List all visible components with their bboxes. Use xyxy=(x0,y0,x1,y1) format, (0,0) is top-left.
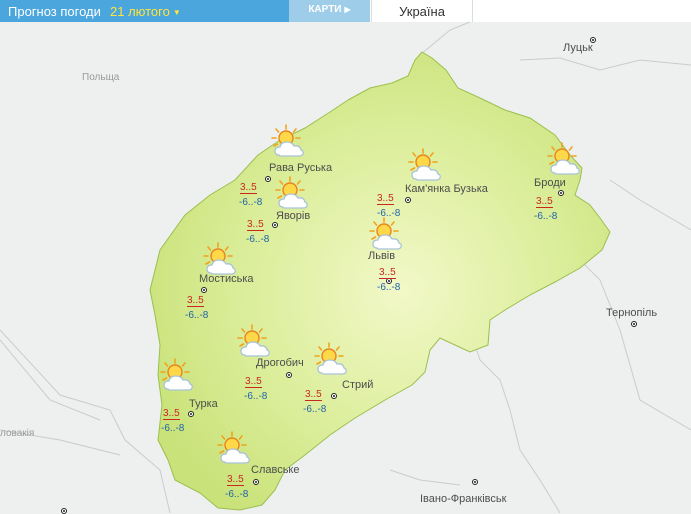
temperature-day: 3..5 xyxy=(240,182,257,194)
city-name[interactable]: Мостиська xyxy=(199,273,254,285)
city-name[interactable]: Кам'янка Бузька xyxy=(405,183,488,195)
neighbor-label-poland: Польща xyxy=(82,72,120,83)
neighbor-city-lutsk[interactable]: Луцьк xyxy=(563,42,593,54)
temperature-night: -6..-8 xyxy=(185,310,209,321)
forecast-header: Прогноз погоди 21 лютого ▼ xyxy=(0,0,289,22)
sun-behind-cloud-icon xyxy=(313,342,349,378)
city-name[interactable]: Дрогобич xyxy=(256,357,304,369)
city-name[interactable]: Яворів xyxy=(276,210,310,222)
temperature-night: -6..-8 xyxy=(244,391,268,402)
city-marker xyxy=(472,479,478,485)
temperature-day: 3..5 xyxy=(187,295,204,307)
temperature-day: 3..5 xyxy=(305,389,322,401)
city-marker xyxy=(201,287,207,293)
city-marker xyxy=(331,393,337,399)
temperature-night: -6..-8 xyxy=(246,234,270,245)
date-label: 21 лютого xyxy=(110,4,170,19)
city-name[interactable]: Львів xyxy=(368,250,395,262)
city-marker xyxy=(61,508,67,514)
sun-behind-cloud-icon xyxy=(270,124,306,160)
temperature-night: -6..-8 xyxy=(377,282,401,293)
city-marker xyxy=(286,372,292,378)
temperature-night: -6..-8 xyxy=(534,211,558,222)
neighbor-label-slovakia: ловакія xyxy=(0,428,35,439)
neighbor-city-ivano-frankivsk[interactable]: Івано-Франківськ xyxy=(420,493,506,505)
chevron-down-icon: ▼ xyxy=(172,8,181,18)
sun-behind-cloud-icon xyxy=(546,142,582,178)
date-selector[interactable]: 21 лютого ▼ xyxy=(110,4,181,19)
temperature-night: -6..-8 xyxy=(161,423,185,434)
sun-behind-cloud-icon xyxy=(368,217,404,253)
sun-behind-cloud-icon xyxy=(216,431,252,467)
city-name[interactable]: Славське xyxy=(251,464,300,476)
temperature-day: 3..5 xyxy=(247,219,264,231)
temperature-day: 3..5 xyxy=(379,267,396,279)
city-marker xyxy=(590,37,596,43)
forecast-title: Прогноз погоди xyxy=(8,4,101,19)
city-marker xyxy=(558,190,564,196)
sun-behind-cloud-icon xyxy=(159,358,195,394)
sun-behind-cloud-icon xyxy=(274,176,310,212)
tab-country-label: Україна xyxy=(399,4,445,19)
city-marker xyxy=(265,176,271,182)
city-marker xyxy=(188,411,194,417)
top-bar: Прогноз погоди 21 лютого ▼ КАРТИ ▶ Україна xyxy=(0,0,691,22)
city-name[interactable]: Броди xyxy=(534,177,566,189)
tab-country[interactable]: Україна xyxy=(371,0,473,22)
city-marker xyxy=(253,479,259,485)
city-name[interactable]: Стрий xyxy=(342,379,373,391)
sun-behind-cloud-icon xyxy=(407,148,443,184)
temperature-day: 3..5 xyxy=(227,474,244,486)
city-name[interactable]: Рава Руська xyxy=(269,162,332,174)
city-marker xyxy=(631,321,637,327)
tab-maps[interactable]: КАРТИ ▶ xyxy=(289,0,370,22)
city-name[interactable]: Турка xyxy=(189,398,218,410)
tab-maps-label: КАРТИ xyxy=(308,4,342,15)
temperature-day: 3..5 xyxy=(245,376,262,388)
temperature-day: 3..5 xyxy=(163,408,180,420)
city-marker xyxy=(405,197,411,203)
temperature-night: -6..-8 xyxy=(225,489,249,500)
city-marker xyxy=(272,222,278,228)
neighbor-city-ternopil[interactable]: Тернопіль xyxy=(606,307,657,319)
temperature-night: -6..-8 xyxy=(239,197,263,208)
temperature-day: 3..5 xyxy=(377,193,394,205)
chevron-right-icon: ▶ xyxy=(344,5,351,14)
temperature-day: 3..5 xyxy=(536,196,553,208)
temperature-night: -6..-8 xyxy=(303,404,327,415)
sun-behind-cloud-icon xyxy=(236,324,272,360)
